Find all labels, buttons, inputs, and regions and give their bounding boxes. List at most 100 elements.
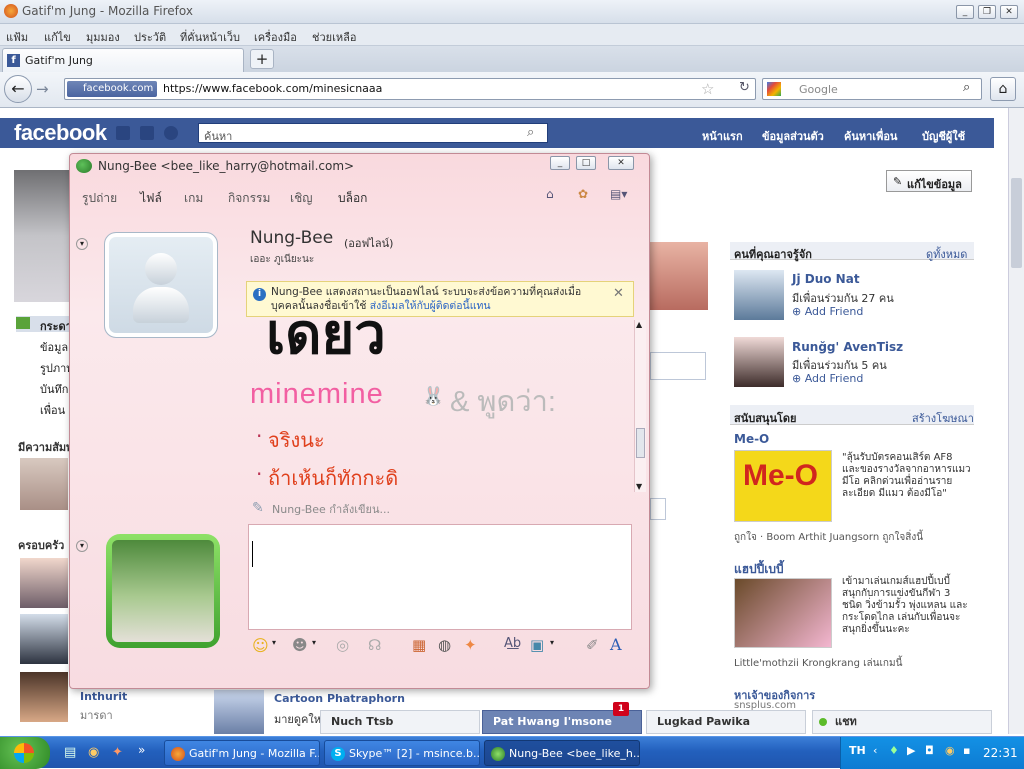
taskbar-button-firefox[interactable]: Gatif'm Jung - Mozilla F... — [164, 740, 320, 766]
menu-view[interactable]: มุมมอง — [86, 28, 120, 46]
quicklaunch-desktop-icon[interactable]: ▤ — [64, 745, 76, 760]
toolbar-games[interactable]: เกม — [184, 189, 203, 208]
comment-box[interactable] — [650, 498, 666, 520]
send-email-link[interactable]: ส่งอีเมลให้กับผู้ติดต่อนี้แทน — [370, 300, 491, 312]
messenger-maximize-button[interactable]: □ — [576, 156, 596, 170]
messages-icon[interactable] — [140, 126, 154, 140]
forward-button[interactable]: → — [36, 80, 49, 98]
quicklaunch-more-icon[interactable]: » — [138, 743, 145, 757]
profile-photo[interactable] — [14, 170, 70, 302]
menu-file[interactable]: แฟ้ม — [6, 28, 28, 46]
menu-help[interactable]: ช่วยเหลือ — [312, 28, 356, 46]
dropdown-arrow-icon[interactable]: ▾ — [550, 638, 554, 647]
dropdown-arrow-icon[interactable]: ▾ — [312, 638, 316, 647]
voice-clip-icon[interactable]: ☊ — [368, 636, 381, 654]
scroll-thumb[interactable] — [1011, 178, 1022, 268]
suggestion-photo[interactable] — [734, 337, 784, 387]
family-member-name[interactable]: Inthurit — [80, 690, 127, 703]
scroll-down-icon[interactable]: ▼ — [636, 482, 642, 491]
nav-home[interactable]: หน้าแรก — [702, 127, 743, 145]
own-avatar-photo[interactable] — [112, 540, 214, 642]
feed-avatar[interactable] — [214, 690, 264, 734]
menu-edit[interactable]: แก้ไข — [44, 28, 71, 46]
chat-tab[interactable]: Lugkad Pawika — [646, 710, 806, 734]
toolbar-invite[interactable]: เชิญ — [290, 189, 312, 208]
sidebar-item-wall[interactable]: กระดาน — [16, 316, 79, 333]
relationship-photo[interactable] — [20, 458, 68, 510]
dropdown-arrow-icon[interactable]: ▾ — [272, 638, 276, 647]
ad-title[interactable]: แฮปปี้เบบี้ — [734, 560, 784, 579]
home-icon[interactable]: ⌂ — [990, 77, 1016, 101]
add-friend-link[interactable]: ⊕ Add Friend — [792, 372, 863, 385]
notifications-icon[interactable] — [164, 126, 178, 140]
game-controller-icon[interactable]: ⌂ — [546, 187, 554, 201]
sidebar-item-info[interactable]: ข้อมูล — [40, 338, 68, 356]
suggestion-photo[interactable] — [734, 270, 784, 320]
facebook-logo[interactable]: facebook — [14, 120, 107, 146]
page-scrollbar[interactable] — [1008, 108, 1024, 734]
text-format-icon[interactable]: A — [610, 635, 622, 654]
emoticon-icon[interactable]: ☺ — [252, 636, 269, 655]
menu-history[interactable]: ประวัติ — [134, 28, 166, 46]
share-icon[interactable]: ▣ — [530, 636, 544, 654]
collapse-contact-icon[interactable]: ▾ — [76, 238, 88, 250]
nav-profile[interactable]: ข้อมูลส่วนตัว — [762, 127, 824, 145]
suggestion-name[interactable]: Runğg' AvenTisz — [792, 340, 903, 354]
games-icon[interactable]: ◍ — [438, 636, 451, 654]
quicklaunch-browser-icon[interactable]: ◉ — [88, 745, 99, 760]
me-o-ad-image[interactable]: Me-O — [734, 450, 832, 522]
chat-scrollbar[interactable]: ▲ ▼ — [634, 320, 646, 492]
chat-tab[interactable]: Nuch Ttsb — [320, 710, 480, 734]
facebook-search-icon[interactable]: ⌕ — [527, 125, 534, 140]
scroll-up-icon[interactable]: ▲ — [636, 320, 642, 329]
new-tab-button[interactable]: + — [250, 49, 274, 69]
chat-online-button[interactable]: แชท — [812, 710, 992, 734]
collapse-own-icon[interactable]: ▾ — [76, 540, 88, 552]
tray-app-icon[interactable]: ▪ — [963, 744, 970, 757]
tray-app-icon[interactable]: ▶ — [907, 744, 915, 757]
search-icon[interactable]: ⌕ — [963, 80, 970, 95]
activity-icon[interactable]: ✦ — [464, 636, 477, 654]
toolbar-files[interactable]: ไฟล์ — [140, 189, 162, 208]
chat-scroll-thumb[interactable] — [636, 428, 645, 458]
messenger-close-button[interactable]: ✕ — [608, 156, 634, 170]
info-close-icon[interactable]: ✕ — [613, 286, 624, 301]
family-photo[interactable] — [20, 672, 68, 722]
site-identity-badge[interactable]: facebook.com — [67, 81, 158, 97]
nav-account[interactable]: บัญชีผู้ใช้ — [922, 127, 965, 145]
edit-profile-button[interactable]: ✎ แก้ไขข้อมูล — [886, 170, 972, 192]
menu-tools[interactable]: เครื่องมือ — [254, 28, 297, 46]
start-button[interactable] — [0, 737, 50, 769]
facebook-search-input[interactable]: ค้นหา ⌕ — [198, 123, 548, 143]
handwriting-icon[interactable]: ✐ — [586, 636, 599, 654]
network-icon[interactable]: ♦ — [889, 744, 899, 757]
create-ad-link[interactable]: สร้างโฆษณา — [912, 409, 974, 427]
family-photo[interactable] — [20, 614, 68, 664]
activities-icon[interactable]: ✿ — [578, 187, 588, 201]
search-bar[interactable]: Google ⌕ — [762, 78, 982, 100]
wink-icon[interactable]: ☻ — [292, 636, 308, 654]
add-friend-link[interactable]: ⊕ Add Friend — [792, 305, 863, 318]
taskbar-button-messenger[interactable]: Nung-Bee <bee_like_h... — [484, 740, 640, 766]
nudge-icon[interactable]: ◎ — [336, 636, 349, 654]
language-icon[interactable]: TH — [849, 744, 866, 757]
family-photo[interactable] — [20, 558, 68, 608]
sidebar-item-friends[interactable]: เพื่อน — [40, 401, 65, 419]
composer-box[interactable] — [650, 352, 706, 380]
toolbar-activities[interactable]: กิจกรรม — [228, 189, 270, 208]
quicklaunch-app-icon[interactable]: ✦ — [112, 745, 123, 760]
post-photo[interactable] — [650, 242, 708, 310]
volume-icon[interactable]: ◘ — [925, 744, 934, 757]
nav-find-friends[interactable]: ค้นหาเพื่อน — [844, 127, 897, 145]
minimize-button[interactable]: _ — [956, 5, 974, 19]
see-all-link[interactable]: ดูทั้งหมด — [926, 245, 967, 263]
background-icon[interactable]: ▦ — [412, 636, 426, 654]
taskbar-button-skype[interactable]: S Skype™ [2] - msince.b... — [324, 740, 480, 766]
reload-icon[interactable]: ↻ — [739, 80, 750, 95]
ad-title[interactable]: Me-O — [734, 432, 769, 446]
url-bar[interactable]: facebook.com https://www.facebook.com/mi… — [64, 78, 756, 100]
bookmark-star-icon[interactable]: ☆ — [701, 80, 714, 98]
friend-requests-icon[interactable] — [116, 126, 130, 140]
tray-expand-icon[interactable]: ‹ — [873, 744, 877, 757]
feed-author[interactable]: Cartoon Phatraphorn — [274, 692, 405, 705]
